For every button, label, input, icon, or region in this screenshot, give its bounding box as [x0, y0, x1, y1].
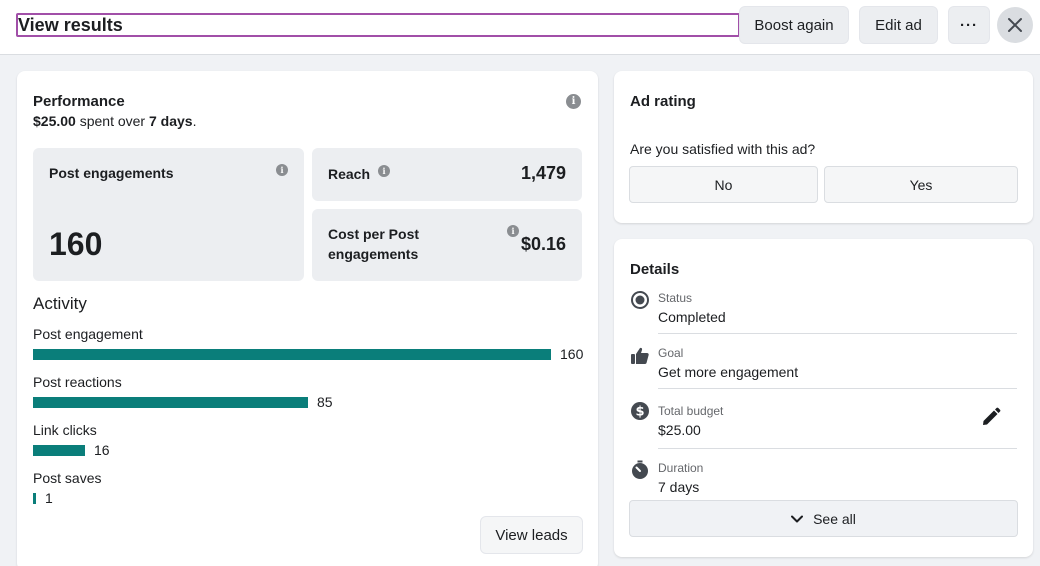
- activity-bar: [33, 397, 308, 408]
- info-icon[interactable]: i: [378, 165, 390, 177]
- thumbs-up-icon: [631, 347, 649, 364]
- info-icon[interactable]: i: [276, 164, 288, 176]
- status-label: Status: [658, 291, 693, 305]
- cost-value: $0.16: [520, 234, 566, 254]
- activity-bar: [33, 349, 551, 360]
- divider: [658, 333, 1017, 334]
- satisfaction-question: Are you satisfied with this ad?: [630, 141, 816, 157]
- boost-again-button[interactable]: Boost again: [739, 6, 849, 44]
- status-icon: [631, 291, 649, 309]
- activity-label: Post reactions: [33, 374, 122, 390]
- duration-value: 7 days: [658, 479, 700, 495]
- budget-label: Total budget: [658, 404, 724, 418]
- activity-bar: [33, 493, 36, 504]
- ad-rating-card: Ad rating Are you satisfied with this ad…: [614, 71, 1033, 223]
- more-options-button[interactable]: ···: [948, 6, 990, 44]
- cost-per-engagement-metric: Cost per Post engagements i $0.16: [312, 209, 582, 281]
- activity-title: Activity: [33, 294, 87, 313]
- page-title-box: View results: [16, 13, 740, 37]
- activity-value: 1: [45, 490, 53, 506]
- post-engagements-value: 160: [49, 226, 103, 262]
- details-title: Details: [630, 261, 680, 278]
- page-title: View results: [18, 15, 123, 35]
- activity-label: Link clicks: [33, 422, 97, 438]
- edit-pencil-icon[interactable]: [981, 407, 1001, 427]
- goal-value: Get more engagement: [658, 364, 799, 380]
- see-all-button[interactable]: See all: [629, 500, 1018, 537]
- duration-label: Duration: [658, 461, 704, 475]
- reach-metric: Reach i 1,479: [312, 148, 582, 201]
- details-card: Details Status Completed Goal Get more e…: [614, 239, 1033, 557]
- post-engagements-label: Post engagements: [49, 165, 174, 181]
- dollar-icon: $: [631, 402, 649, 420]
- reach-label: Reach: [328, 166, 371, 182]
- see-all-label: See all: [813, 510, 856, 527]
- activity-bar: [33, 445, 85, 456]
- no-button[interactable]: No: [629, 166, 818, 203]
- ad-rating-title: Ad rating: [630, 93, 696, 110]
- stopwatch-icon: [632, 460, 648, 479]
- activity-value: 16: [94, 442, 110, 458]
- info-icon[interactable]: i: [507, 225, 519, 237]
- status-value: Completed: [658, 309, 726, 325]
- svg-text:$: $: [635, 405, 644, 420]
- edit-ad-button[interactable]: Edit ad: [859, 6, 938, 44]
- info-icon[interactable]: i: [566, 94, 581, 109]
- spent-summary: $25.00 spent over 7 days.: [33, 113, 197, 129]
- activity-value: 160: [560, 346, 584, 362]
- activity-label: Post saves: [33, 470, 102, 486]
- chevron-down-icon: [791, 515, 804, 522]
- yes-button[interactable]: Yes: [824, 166, 1018, 203]
- budget-value: $25.00: [658, 422, 701, 438]
- goal-label: Goal: [658, 346, 684, 360]
- cost-label: Cost per Post engagements: [328, 226, 420, 262]
- performance-title: Performance: [33, 93, 125, 110]
- activity-value: 85: [317, 394, 333, 410]
- post-engagements-metric: Post engagements i 160: [33, 148, 304, 281]
- activity-label: Post engagement: [33, 326, 143, 342]
- close-icon: [1008, 18, 1022, 32]
- reach-value: 1,479: [520, 163, 566, 183]
- top-bar: View results Boost again Edit ad ···: [0, 0, 1040, 55]
- divider: [658, 448, 1017, 449]
- performance-card: Performance i $25.00 spent over 7 days. …: [17, 71, 598, 566]
- view-leads-button[interactable]: View leads: [480, 516, 583, 554]
- close-button[interactable]: [997, 7, 1033, 43]
- divider: [658, 388, 1017, 389]
